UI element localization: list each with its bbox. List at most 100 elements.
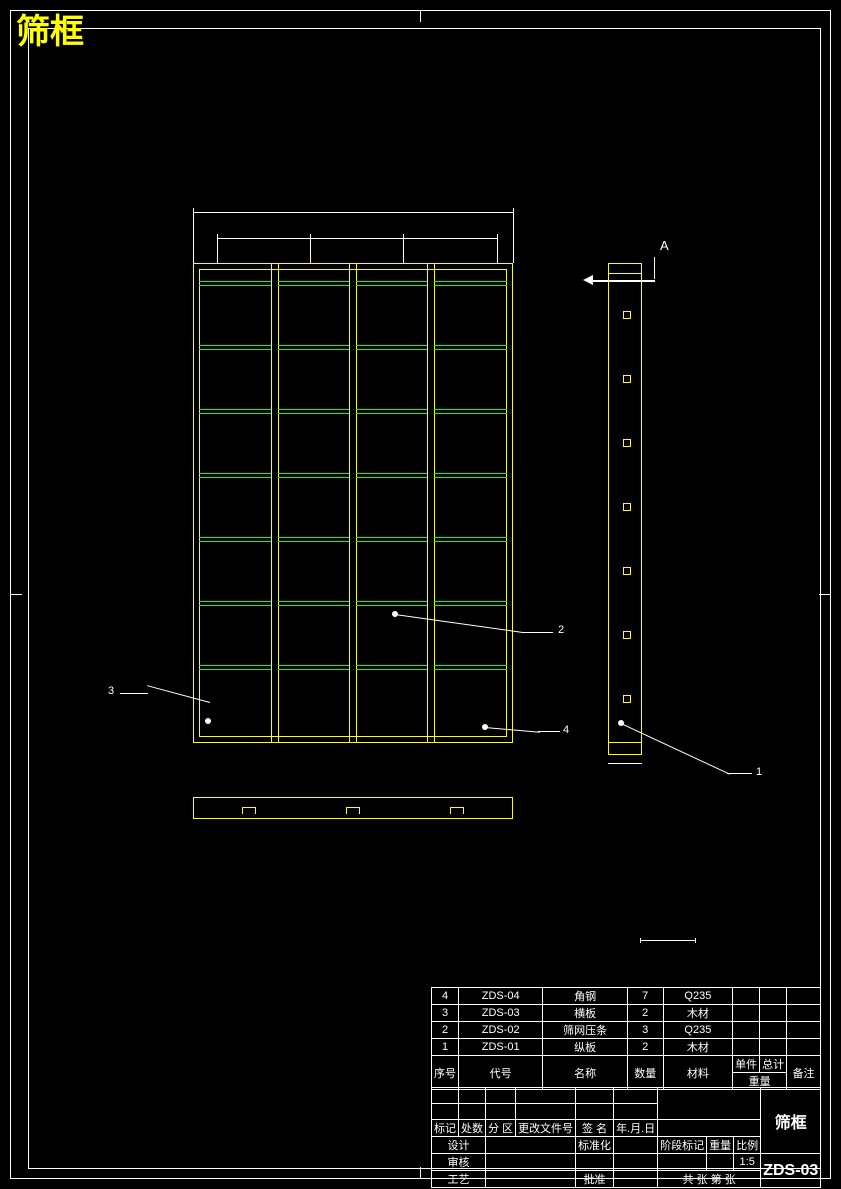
bom-table: 4 ZDS-04 角钢 7 Q235 3 ZDS-03 横板 2 木材 2 ZD… — [431, 987, 821, 1090]
mesh-line — [199, 349, 271, 350]
title-block: 筛框 标记 处数 分 区 更改文件号 签 名 年.月.日 设计 标准化 阶段标记… — [431, 1087, 821, 1188]
leader-line — [523, 632, 553, 633]
tb-row: 筛框 — [432, 1088, 821, 1104]
mesh-line — [199, 537, 271, 538]
mesh-line — [356, 601, 427, 602]
mesh-line — [278, 537, 349, 538]
mesh-line — [434, 669, 507, 670]
mesh-line — [199, 285, 271, 286]
v-divider — [356, 263, 357, 743]
bom-wt1 — [733, 988, 760, 1005]
bom-row: 3 ZDS-03 横板 2 木材 — [432, 1005, 821, 1022]
mesh-line — [199, 281, 271, 282]
mesh-line — [356, 413, 427, 414]
mesh-line — [199, 601, 271, 602]
v-divider — [427, 263, 428, 743]
slot — [450, 807, 464, 814]
bom-no: 4 — [432, 988, 459, 1005]
mesh-line — [356, 285, 427, 286]
side-slot — [623, 567, 631, 575]
arrowhead-icon — [583, 275, 593, 285]
tick-right — [819, 594, 831, 595]
leader-dot — [205, 718, 211, 724]
bom-mat: Q235 — [663, 988, 732, 1005]
mesh-line — [434, 285, 507, 286]
mesh-line — [199, 541, 271, 542]
callout-1: 1 — [756, 766, 762, 778]
side-slot — [623, 631, 631, 639]
bom-name: 角钢 — [543, 988, 627, 1005]
callout-2: 2 — [558, 624, 564, 636]
bom-wt2 — [760, 988, 787, 1005]
mesh-line — [434, 281, 507, 282]
callout-3: 3 — [108, 685, 114, 697]
mesh-line — [278, 345, 349, 346]
mesh-line — [199, 665, 271, 666]
dim-line — [608, 763, 642, 764]
section-arrow-h — [590, 280, 655, 282]
mesh-line — [199, 477, 271, 478]
mesh-line — [356, 349, 427, 350]
side-slot — [623, 311, 631, 319]
mesh-line — [434, 601, 507, 602]
side-slot — [623, 695, 631, 703]
section-label: A — [660, 238, 669, 253]
mesh-line — [199, 473, 271, 474]
mesh-line — [199, 669, 271, 670]
scale-tick — [640, 938, 641, 943]
dim-line-overall — [193, 212, 513, 213]
mesh-line — [278, 601, 349, 602]
tb-row: 审核 1:5 ZDS-03 — [432, 1154, 821, 1171]
section-arrow-line — [654, 257, 655, 279]
mesh-line — [199, 413, 271, 414]
dim-ext — [310, 234, 311, 263]
side-slot — [623, 439, 631, 447]
leader-line — [727, 773, 752, 774]
mesh-line — [356, 281, 427, 282]
mesh-line — [278, 541, 349, 542]
dim-ext — [193, 208, 194, 263]
mesh-line — [356, 409, 427, 410]
v-divider — [434, 263, 435, 743]
mesh-line — [199, 345, 271, 346]
mesh-line — [356, 345, 427, 346]
tb-name: 筛框 — [761, 1088, 821, 1154]
mesh-line — [356, 477, 427, 478]
scale-tick — [695, 938, 696, 943]
dim-ext — [403, 234, 404, 263]
mesh-line — [278, 285, 349, 286]
mesh-line — [278, 349, 349, 350]
bom-header: 序号 代号 名称 数量 材料 单件 总计 备注 — [432, 1056, 821, 1073]
dim-line-parts — [217, 238, 497, 239]
mesh-line — [199, 605, 271, 606]
v-divider — [271, 263, 272, 743]
front-view-inner — [199, 269, 507, 737]
dim-ext — [497, 234, 498, 263]
side-slot — [623, 503, 631, 511]
mesh-line — [434, 409, 507, 410]
mesh-line — [356, 541, 427, 542]
v-divider — [278, 263, 279, 743]
dim-ext — [513, 208, 514, 263]
mesh-line — [434, 413, 507, 414]
mesh-line — [356, 605, 427, 606]
bom-note — [787, 988, 821, 1005]
mesh-line — [278, 665, 349, 666]
mesh-line — [278, 669, 349, 670]
mesh-line — [434, 349, 507, 350]
leader-line — [120, 693, 148, 694]
bom-code: ZDS-04 — [459, 988, 543, 1005]
mesh-line — [434, 345, 507, 346]
v-divider — [349, 263, 350, 743]
callout-4: 4 — [563, 724, 569, 736]
mesh-line — [356, 473, 427, 474]
mesh-line — [356, 537, 427, 538]
bom-row: 4 ZDS-04 角钢 7 Q235 — [432, 988, 821, 1005]
mesh-line — [434, 473, 507, 474]
bom-row: 2 ZDS-02 筛网压条 3 Q235 — [432, 1022, 821, 1039]
mesh-line — [434, 537, 507, 538]
mesh-line — [434, 665, 507, 666]
mesh-line — [199, 409, 271, 410]
mesh-line — [434, 541, 507, 542]
mesh-line — [434, 477, 507, 478]
